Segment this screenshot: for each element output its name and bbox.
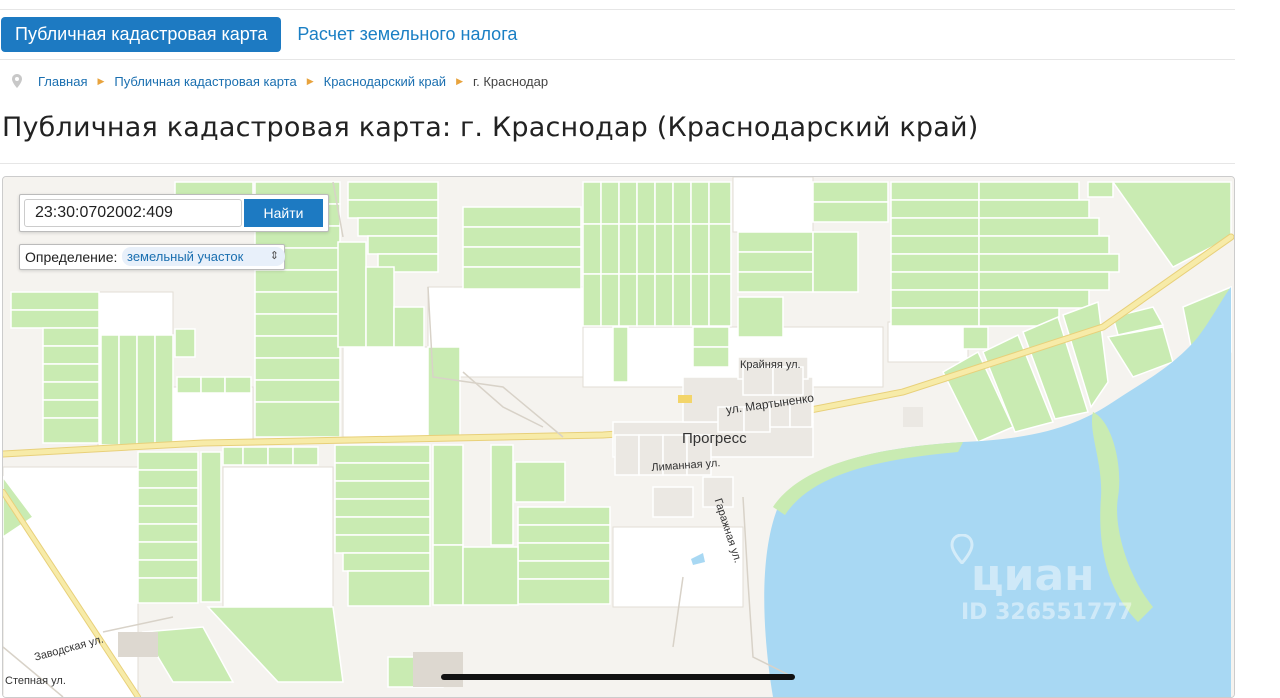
street-label: Степная ул. — [5, 675, 66, 687]
top-tabs: Публичная кадастровая карта Расчет земел… — [1, 17, 531, 52]
home-indicator — [441, 674, 795, 680]
definition-select[interactable]: земельный участок ⇕ — [122, 247, 285, 266]
location-pin-icon — [12, 74, 22, 88]
breadcrumb-home[interactable]: Главная — [38, 74, 87, 89]
breadcrumb-arrow-icon: ▶ — [306, 75, 314, 86]
cadastral-number-input[interactable] — [24, 199, 242, 227]
tabs-divider — [0, 59, 1235, 60]
street-label: Крайняя ул. — [740, 359, 801, 371]
search-button[interactable]: Найти — [244, 199, 323, 227]
breadcrumb-cadastral-map[interactable]: Публичная кадастровая карта — [114, 74, 296, 89]
definition-selected-value: земельный участок — [127, 249, 244, 264]
breadcrumb-current: г. Краснодар — [472, 73, 549, 89]
locality-label: Прогресс — [682, 430, 747, 447]
cadastral-map[interactable]: Найти Определение: земельный участок ⇕ К… — [2, 176, 1235, 698]
watermark-id: ID 326551777 — [961, 600, 1133, 625]
breadcrumb-arrow-icon: ▶ — [97, 75, 105, 86]
breadcrumb: Главная ▶ Публичная кадастровая карта ▶ … — [12, 71, 548, 91]
cadastral-search-box: Найти — [19, 194, 329, 232]
breadcrumb-region[interactable]: Краснодарский край — [324, 74, 446, 89]
page-title: Публичная кадастровая карта: г. Краснода… — [2, 112, 979, 143]
tab-land-tax[interactable]: Расчет земельного налога — [283, 17, 531, 52]
title-divider — [0, 163, 1235, 164]
definition-label: Определение: — [25, 249, 118, 265]
tab-cadastral-map[interactable]: Публичная кадастровая карта — [1, 17, 282, 52]
breadcrumb-arrow-icon: ▶ — [456, 75, 463, 86]
top-divider — [0, 9, 1235, 10]
definition-control: Определение: земельный участок ⇕ — [19, 244, 285, 270]
watermark-brand: циан — [971, 550, 1095, 601]
chevron-up-down-icon: ⇕ — [269, 250, 279, 262]
